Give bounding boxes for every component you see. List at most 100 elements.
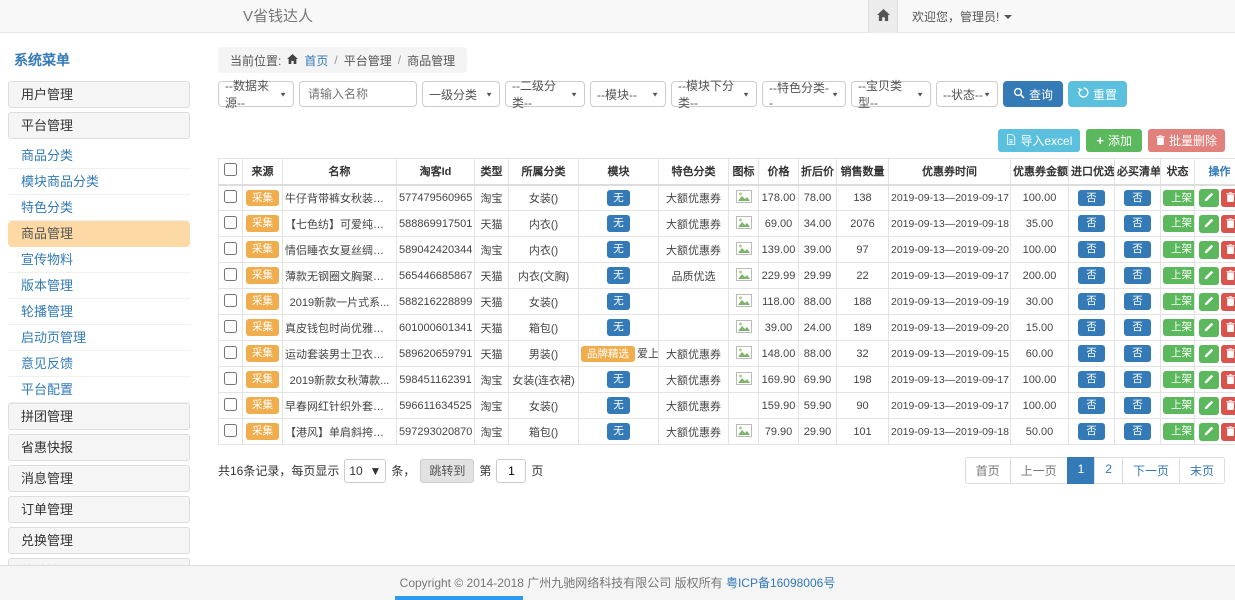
row-checkbox[interactable] — [224, 216, 237, 229]
delete-button[interactable] — [1221, 241, 1235, 259]
must-buy-toggle-badge[interactable]: 否 — [1124, 190, 1151, 207]
status-badge[interactable]: 上架 — [1163, 345, 1195, 362]
status-badge[interactable]: 上架 — [1163, 215, 1195, 232]
row-checkbox[interactable] — [224, 294, 237, 307]
pager-button-1[interactable]: 1 — [1067, 457, 1096, 484]
must-buy-toggle-badge[interactable]: 否 — [1124, 397, 1151, 414]
sidebar-item-用户管理[interactable]: 用户管理 — [8, 81, 190, 108]
edit-button[interactable] — [1199, 215, 1219, 233]
must-buy-toggle-badge[interactable]: 否 — [1124, 345, 1151, 362]
pager-button-末页[interactable]: 末页 — [1179, 457, 1225, 484]
must-buy-toggle-badge[interactable]: 否 — [1124, 241, 1151, 258]
batch-delete-button[interactable]: 批量删除 — [1148, 129, 1225, 152]
sidebar-item-商品管理[interactable]: 商品管理 — [8, 221, 190, 247]
row-checkbox[interactable] — [224, 190, 237, 203]
filter-select-4[interactable]: --模块--▼ — [590, 81, 666, 107]
edit-button[interactable] — [1199, 371, 1219, 389]
status-badge[interactable]: 上架 — [1163, 241, 1195, 258]
import-toggle-badge[interactable]: 否 — [1078, 423, 1105, 440]
import-toggle-badge[interactable]: 否 — [1078, 293, 1105, 310]
sidebar-item-平台配置[interactable]: 平台配置 — [8, 377, 190, 403]
must-buy-toggle-badge[interactable]: 否 — [1124, 371, 1151, 388]
sidebar-item-轮播管理[interactable]: 轮播管理 — [8, 299, 190, 325]
sidebar-item-商品分类[interactable]: 商品分类 — [8, 143, 190, 169]
sidebar-item-省惠快报[interactable]: 省惠快报 — [8, 434, 190, 461]
jump-page-input[interactable] — [496, 459, 526, 483]
edit-button[interactable] — [1199, 423, 1219, 441]
filter-select-0[interactable]: --数据来源--▼ — [218, 81, 294, 107]
edit-button[interactable] — [1199, 293, 1219, 311]
import-excel-button[interactable]: 导入excel — [998, 129, 1080, 152]
page-size-select[interactable]: 10 ▼ — [344, 459, 386, 483]
edit-button[interactable] — [1199, 189, 1219, 207]
status-badge[interactable]: 上架 — [1163, 371, 1195, 388]
sidebar-item-拼团管理[interactable]: 拼团管理 — [8, 403, 190, 430]
sidebar-item-消息管理[interactable]: 消息管理 — [8, 465, 190, 492]
home-button[interactable] — [868, 0, 898, 33]
delete-button[interactable] — [1221, 189, 1235, 207]
must-buy-toggle-badge[interactable]: 否 — [1124, 423, 1151, 440]
name-search-input[interactable] — [299, 81, 417, 107]
add-button[interactable]: + 添加 — [1086, 129, 1142, 152]
user-menu[interactable]: 欢迎您，管理员! — [898, 0, 1026, 33]
sidebar-item-特色分类[interactable]: 特色分类 — [8, 195, 190, 221]
pager-button-2[interactable]: 2 — [1094, 457, 1123, 484]
delete-button[interactable] — [1221, 215, 1235, 233]
select-all-checkbox[interactable] — [224, 163, 237, 176]
import-toggle-badge[interactable]: 否 — [1078, 215, 1105, 232]
edit-button[interactable] — [1199, 319, 1219, 337]
must-buy-toggle-badge[interactable]: 否 — [1124, 267, 1151, 284]
breadcrumb-home-link[interactable]: 首页 — [304, 52, 328, 69]
row-checkbox[interactable] — [224, 424, 237, 437]
edit-button[interactable] — [1199, 267, 1219, 285]
import-toggle-badge[interactable]: 否 — [1078, 345, 1105, 362]
sidebar-item-订单管理[interactable]: 订单管理 — [8, 496, 190, 523]
must-buy-toggle-badge[interactable]: 否 — [1124, 319, 1151, 336]
import-toggle-badge[interactable]: 否 — [1078, 241, 1105, 258]
must-buy-toggle-badge[interactable]: 否 — [1124, 215, 1151, 232]
horizontal-scrollbar-thumb[interactable] — [395, 596, 523, 600]
import-toggle-badge[interactable]: 否 — [1078, 397, 1105, 414]
sidebar-item-意见反馈[interactable]: 意见反馈 — [8, 351, 190, 377]
filter-select-5[interactable]: --模块下分类--▼ — [671, 81, 757, 107]
jump-button[interactable]: 跳转到 — [420, 459, 474, 483]
sidebar-item-统计管理[interactable]: 统计管理 — [8, 558, 190, 565]
search-button[interactable]: 查询 — [1003, 81, 1063, 107]
row-checkbox[interactable] — [224, 372, 237, 385]
icp-link[interactable]: 粤ICP备16098006号 — [726, 576, 835, 590]
delete-button[interactable] — [1221, 267, 1235, 285]
filter-select-6[interactable]: --特色分类--▼ — [762, 81, 846, 107]
import-toggle-badge[interactable]: 否 — [1078, 190, 1105, 207]
row-checkbox[interactable] — [224, 346, 237, 359]
filter-select-7[interactable]: --宝贝类型--▼ — [851, 81, 931, 107]
sidebar-item-版本管理[interactable]: 版本管理 — [8, 273, 190, 299]
filter-select-8[interactable]: --状态--▼ — [936, 81, 998, 107]
sidebar-item-平台管理[interactable]: 平台管理 — [8, 112, 190, 139]
sidebar-item-兑换管理[interactable]: 兑换管理 — [8, 527, 190, 554]
import-toggle-badge[interactable]: 否 — [1078, 371, 1105, 388]
delete-button[interactable] — [1221, 423, 1235, 441]
edit-button[interactable] — [1199, 241, 1219, 259]
delete-button[interactable] — [1221, 371, 1235, 389]
status-badge[interactable]: 上架 — [1163, 267, 1195, 284]
row-checkbox[interactable] — [224, 320, 237, 333]
filter-select-2[interactable]: 一级分类▼ — [422, 81, 500, 107]
pager-button-下一页[interactable]: 下一页 — [1122, 457, 1180, 484]
filter-select-3[interactable]: --二级分类--▼ — [505, 81, 585, 107]
delete-button[interactable] — [1221, 397, 1235, 415]
sidebar-item-模块商品分类[interactable]: 模块商品分类 — [8, 169, 190, 195]
must-buy-toggle-badge[interactable]: 否 — [1124, 293, 1151, 310]
pager-button-首页[interactable]: 首页 — [965, 457, 1011, 484]
import-toggle-badge[interactable]: 否 — [1078, 267, 1105, 284]
sidebar-item-启动页管理[interactable]: 启动页管理 — [8, 325, 190, 351]
row-checkbox[interactable] — [224, 398, 237, 411]
reset-button[interactable]: 重置 — [1068, 81, 1127, 107]
status-badge[interactable]: 上架 — [1163, 397, 1195, 414]
row-checkbox[interactable] — [224, 268, 237, 281]
edit-button[interactable] — [1199, 345, 1219, 363]
status-badge[interactable]: 上架 — [1163, 423, 1195, 440]
edit-button[interactable] — [1199, 397, 1219, 415]
delete-button[interactable] — [1221, 345, 1235, 363]
status-badge[interactable]: 上架 — [1163, 190, 1195, 207]
delete-button[interactable] — [1221, 319, 1235, 337]
